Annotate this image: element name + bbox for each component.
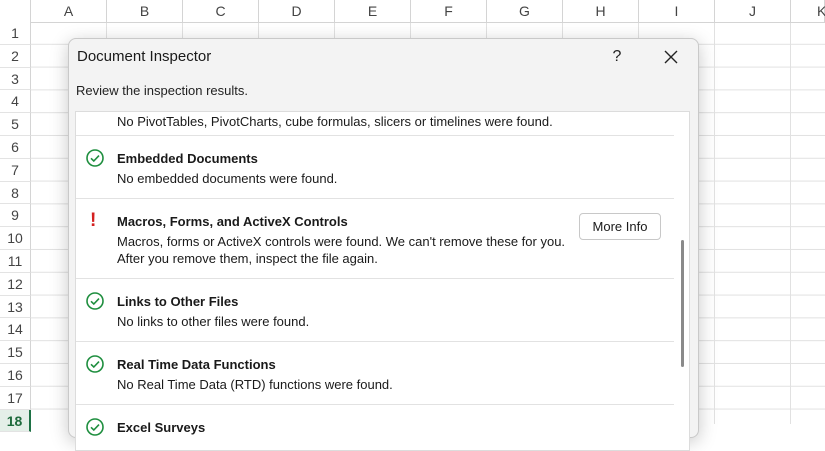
result-section-macros: ! Macros, Forms, and ActiveX Controls Ma… bbox=[76, 199, 674, 279]
help-button[interactable]: ? bbox=[599, 43, 635, 71]
column-header-k[interactable]: K bbox=[791, 0, 825, 22]
result-title: Excel Surveys bbox=[117, 420, 206, 435]
more-info-button[interactable]: More Info bbox=[579, 213, 661, 240]
dialog-title: Document Inspector bbox=[77, 48, 212, 65]
result-title: Macros, Forms, and ActiveX Controls bbox=[117, 214, 348, 229]
row-header-11[interactable]: 11 bbox=[0, 250, 31, 273]
column-header-j[interactable]: J bbox=[715, 0, 791, 22]
row-header-18[interactable]: 18 bbox=[0, 409, 31, 433]
row-header-2[interactable]: 2 bbox=[0, 44, 31, 68]
check-circle-icon bbox=[86, 355, 104, 373]
document-inspector-dialog: Document Inspector ? Review the inspecti… bbox=[68, 38, 699, 451]
row-header-10[interactable]: 10 bbox=[0, 227, 31, 250]
column-header-e[interactable]: E bbox=[335, 0, 411, 22]
row-header-5[interactable]: 5 bbox=[0, 113, 31, 136]
result-description: No PivotTables, PivotCharts, cube formul… bbox=[117, 114, 553, 129]
close-icon bbox=[664, 50, 678, 64]
row-header-15[interactable]: 15 bbox=[0, 341, 31, 364]
row-header-8[interactable]: 8 bbox=[0, 181, 31, 205]
column-header-g[interactable]: G bbox=[487, 0, 563, 22]
result-description: No Real Time Data (RTD) functions were f… bbox=[117, 377, 393, 392]
result-description-line-2: After you remove them, inspect the file … bbox=[117, 251, 378, 266]
column-header-h[interactable]: H bbox=[563, 0, 639, 22]
result-description-line-1: Macros, forms or ActiveX controls were f… bbox=[117, 234, 566, 249]
row-header-4[interactable]: 4 bbox=[0, 90, 31, 114]
row-header-16[interactable]: 16 bbox=[0, 364, 31, 387]
column-header-row: A B C D E F G H I J K bbox=[0, 0, 825, 23]
row-header-3[interactable]: 3 bbox=[0, 67, 31, 91]
row-header-13[interactable]: 13 bbox=[0, 295, 31, 319]
result-section-excel-surveys: Excel Surveys bbox=[76, 405, 674, 450]
row-header-12[interactable]: 12 bbox=[0, 272, 31, 296]
check-circle-icon bbox=[86, 149, 104, 167]
warning-icon: ! bbox=[90, 210, 97, 231]
row-header-9[interactable]: 9 bbox=[0, 204, 31, 228]
column-header-a[interactable]: A bbox=[31, 0, 107, 22]
row-header-1[interactable]: 1 bbox=[0, 22, 31, 45]
result-section-pivottables: No PivotTables, PivotCharts, cube formul… bbox=[76, 112, 674, 136]
result-title: Embedded Documents bbox=[117, 151, 258, 166]
result-section-rtd: Real Time Data Functions No Real Time Da… bbox=[76, 342, 674, 405]
row-header-7[interactable]: 7 bbox=[0, 158, 31, 182]
result-description: No embedded documents were found. bbox=[117, 171, 338, 186]
result-description: No links to other files were found. bbox=[117, 314, 310, 329]
row-header-17[interactable]: 17 bbox=[0, 386, 31, 410]
inspection-results-list[interactable]: No PivotTables, PivotCharts, cube formul… bbox=[75, 111, 690, 451]
result-title: Links to Other Files bbox=[117, 294, 239, 309]
scrollbar-thumb[interactable] bbox=[681, 240, 684, 367]
column-header-d[interactable]: D bbox=[259, 0, 335, 22]
result-section-links: Links to Other Files No links to other f… bbox=[76, 279, 674, 342]
column-header-c[interactable]: C bbox=[183, 0, 259, 22]
select-all-corner[interactable] bbox=[0, 0, 31, 22]
close-button[interactable] bbox=[653, 43, 689, 71]
column-header-i[interactable]: I bbox=[639, 0, 715, 22]
column-header-f[interactable]: F bbox=[411, 0, 487, 22]
check-circle-icon bbox=[86, 292, 104, 310]
column-header-b[interactable]: B bbox=[107, 0, 183, 22]
result-title: Real Time Data Functions bbox=[117, 357, 276, 372]
check-circle-icon bbox=[86, 418, 104, 436]
row-header-14[interactable]: 14 bbox=[0, 318, 31, 342]
result-section-embedded-documents: Embedded Documents No embedded documents… bbox=[76, 136, 674, 199]
row-header-6[interactable]: 6 bbox=[0, 136, 31, 159]
dialog-subtitle: Review the inspection results. bbox=[76, 83, 248, 98]
